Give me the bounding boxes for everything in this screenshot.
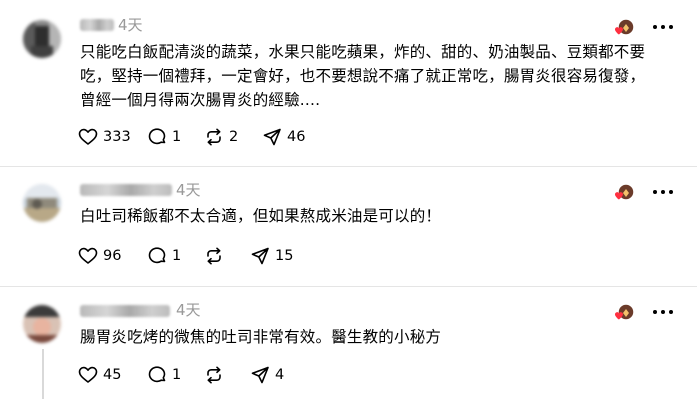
like-button[interactable]: 45	[78, 365, 121, 385]
repost-icon	[207, 128, 221, 146]
comment-2: 4天 白吐司稀飯都不太合適，但如果熬成米油是可以的！ 96 1 15	[0, 167, 697, 286]
timestamp: 4天	[176, 181, 201, 199]
comment-icon	[148, 128, 166, 145]
action-bar: 96 1 15	[78, 246, 338, 266]
share-icon	[251, 247, 269, 265]
share-count: 46	[287, 129, 306, 145]
comment-text: 只能吃白飯配清淡的蔬菜，水果只能吃蘋果，炸的、甜的、奶油製品、豆類都不要 吃，堅…	[80, 43, 646, 109]
repost-icon	[207, 366, 221, 384]
like-count: 45	[103, 367, 122, 383]
share-button[interactable]: 46	[262, 127, 305, 147]
reply-count: 1	[172, 129, 182, 145]
reply-count: 1	[172, 367, 182, 383]
more-options-icon[interactable]	[652, 24, 674, 30]
more-options-icon[interactable]	[652, 309, 674, 315]
share-button[interactable]: 15	[250, 246, 293, 266]
username-blurred[interactable]	[80, 305, 170, 317]
reply-count: 1	[172, 248, 182, 264]
reaction-heart-avatar-icon	[614, 303, 635, 321]
repost-count: 2	[229, 129, 239, 145]
comment-1: 4天 只能吃白飯配清淡的蔬菜，水果只能吃蘋果，炸的、甜的、奶油製品、豆類都不要 …	[0, 0, 697, 166]
heart-icon	[78, 247, 98, 264]
reply-button[interactable]: 1	[147, 127, 181, 147]
like-count: 96	[103, 248, 122, 264]
repost-button[interactable]: 2	[204, 127, 238, 147]
reply-button[interactable]: 1	[147, 365, 181, 385]
comment-text: 白吐司稀飯都不太合適，但如果熬成米油是可以的！	[80, 207, 442, 225]
repost-icon	[207, 247, 221, 265]
reply-button[interactable]: 1	[147, 246, 181, 266]
share-count: 4	[275, 367, 285, 383]
action-bar: 333 1 2 46	[78, 127, 338, 147]
comment-text: 腸胃炎吃烤的微焦的吐司非常有效。醫生教的小秘方	[80, 328, 442, 346]
repost-button[interactable]	[204, 246, 224, 266]
repost-button[interactable]	[204, 365, 224, 385]
like-button[interactable]: 333	[78, 127, 131, 147]
avatar[interactable]	[23, 184, 61, 222]
timestamp: 4天	[176, 301, 201, 319]
share-icon	[263, 128, 281, 146]
share-count: 15	[275, 248, 294, 264]
more-options-icon[interactable]	[652, 189, 674, 195]
share-icon	[251, 366, 269, 384]
like-button[interactable]: 96	[78, 246, 121, 266]
heart-icon	[78, 128, 98, 145]
comment-icon	[148, 366, 166, 383]
like-count: 333	[103, 129, 131, 145]
username-blurred[interactable]	[80, 19, 114, 31]
share-button[interactable]: 4	[250, 365, 284, 385]
reaction-heart-avatar-icon	[614, 183, 635, 201]
avatar[interactable]	[23, 20, 61, 58]
thread-line	[42, 349, 44, 399]
avatar[interactable]	[23, 305, 61, 343]
reaction-heart-avatar-icon	[614, 18, 635, 36]
heart-icon	[78, 366, 98, 383]
username-blurred[interactable]	[80, 184, 172, 196]
comment-icon	[148, 247, 166, 264]
timestamp: 4天	[118, 16, 143, 34]
action-bar: 45 1 4	[78, 365, 338, 385]
comment-3: 4天 腸胃炎吃烤的微焦的吐司非常有效。醫生教的小秘方 45 1 4	[0, 287, 697, 407]
